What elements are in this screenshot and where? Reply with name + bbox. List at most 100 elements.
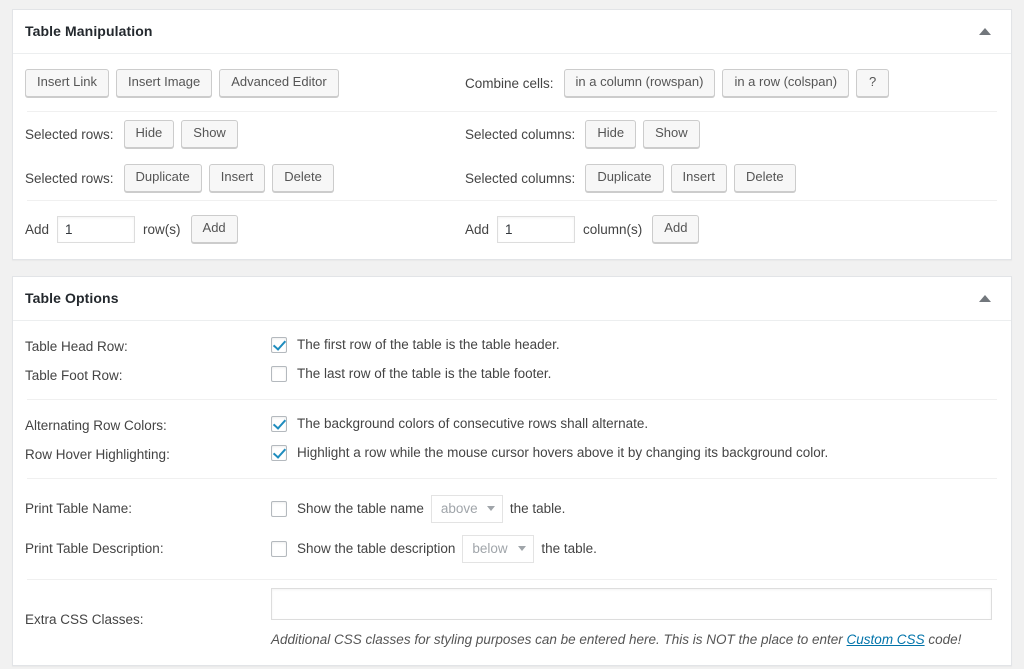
print-table-name-position-select[interactable]: above bbox=[431, 495, 503, 523]
row-hover-highlighting-label: Row Hover Highlighting: bbox=[25, 439, 271, 465]
table-foot-row-control: The last row of the table is the table f… bbox=[271, 360, 999, 384]
print-table-description-label: Print Table Description: bbox=[25, 539, 271, 559]
columns-show-button[interactable]: Show bbox=[643, 120, 700, 147]
table-head-row-control: The first row of the table is the table … bbox=[271, 331, 999, 355]
table-foot-row-checkbox[interactable] bbox=[271, 366, 287, 382]
row-hover-highlighting-control: Highlight a row while the mouse cursor h… bbox=[271, 439, 999, 463]
option-print-table-description: Print Table Description: Show the table … bbox=[13, 529, 1011, 569]
selected-rows-visibility-group: Selected rows: Hide Show bbox=[25, 115, 465, 153]
table-head-row-text: The first row of the table is the table … bbox=[297, 335, 560, 355]
rows-delete-button[interactable]: Delete bbox=[272, 164, 334, 191]
chevron-up-glyph bbox=[979, 28, 991, 35]
option-table-head-row: Table Head Row: The first row of the tab… bbox=[13, 331, 1011, 360]
row-actions: Selected rows: Duplicate Insert Delete S… bbox=[13, 156, 1011, 200]
table-head-row-checkbox[interactable] bbox=[271, 337, 287, 353]
spacer bbox=[13, 400, 1011, 410]
rows-insert-button[interactable]: Insert bbox=[209, 164, 266, 191]
add-columns-group: Add column(s) Add bbox=[465, 210, 999, 248]
combine-rowspan-button[interactable]: in a column (rowspan) bbox=[564, 69, 716, 96]
selected-rows-actions-label: Selected rows: bbox=[25, 171, 114, 186]
insert-buttons-group: Insert Link Insert Image Advanced Editor bbox=[25, 64, 465, 102]
row-visibility: Selected rows: Hide Show Selected column… bbox=[13, 112, 1011, 156]
add-columns-prefix-label: Add bbox=[465, 222, 489, 237]
insert-link-button[interactable]: Insert Link bbox=[25, 69, 109, 96]
combine-colspan-button[interactable]: in a row (colspan) bbox=[722, 69, 849, 96]
panel-header-table-options[interactable]: Table Options bbox=[13, 277, 1011, 321]
panel-header-table-manipulation[interactable]: Table Manipulation bbox=[13, 10, 1011, 54]
row-insert-combine: Insert Link Insert Image Advanced Editor… bbox=[13, 54, 1011, 111]
option-table-foot-row: Table Foot Row: The last row of the tabl… bbox=[13, 360, 1011, 389]
columns-insert-button[interactable]: Insert bbox=[671, 164, 728, 191]
panel-table-options: Table Options Table Head Row: The first … bbox=[12, 276, 1012, 666]
add-columns-button[interactable]: Add bbox=[652, 215, 699, 242]
alternating-row-colors-label: Alternating Row Colors: bbox=[25, 410, 271, 436]
alternating-row-colors-checkbox[interactable] bbox=[271, 416, 287, 432]
table-foot-row-label: Table Foot Row: bbox=[25, 360, 271, 386]
print-table-name-checkbox[interactable] bbox=[271, 501, 287, 517]
print-table-name-position-value: above bbox=[441, 501, 478, 516]
row-hover-highlighting-checkbox[interactable] bbox=[271, 445, 287, 461]
rows-duplicate-button[interactable]: Duplicate bbox=[124, 164, 202, 191]
chevron-up-glyph bbox=[979, 295, 991, 302]
selected-columns-actions-label: Selected columns: bbox=[465, 171, 575, 186]
option-alternating-row-colors: Alternating Row Colors: The background c… bbox=[13, 410, 1011, 439]
extra-css-description-part1: Additional CSS classes for styling purpo… bbox=[271, 632, 847, 647]
columns-hide-button[interactable]: Hide bbox=[585, 120, 636, 147]
print-table-description-checkbox[interactable] bbox=[271, 541, 287, 557]
chevron-up-icon[interactable] bbox=[967, 277, 1003, 320]
columns-delete-button[interactable]: Delete bbox=[734, 164, 796, 191]
panel-table-manipulation: Table Manipulation Insert Link Insert Im… bbox=[12, 9, 1012, 260]
combine-cells-label: Combine cells: bbox=[465, 76, 554, 91]
insert-image-button[interactable]: Insert Image bbox=[116, 69, 212, 96]
alternating-row-colors-text: The background colors of consecutive row… bbox=[297, 414, 648, 434]
spacer bbox=[13, 389, 1011, 399]
custom-css-link[interactable]: Custom CSS bbox=[847, 632, 925, 647]
print-table-name-text-before: Show the table name bbox=[297, 499, 424, 519]
advanced-editor-button[interactable]: Advanced Editor bbox=[219, 69, 338, 96]
print-table-name-control: Show the table name above the table. bbox=[271, 495, 999, 523]
add-columns-suffix-label: column(s) bbox=[583, 222, 642, 237]
extra-css-classes-input[interactable] bbox=[271, 588, 992, 620]
spacer bbox=[13, 479, 1011, 489]
add-rows-button[interactable]: Add bbox=[191, 215, 238, 242]
page-title: Table Manipulation bbox=[25, 22, 153, 42]
rows-show-button[interactable]: Show bbox=[181, 120, 238, 147]
chevron-up-icon[interactable] bbox=[967, 10, 1003, 53]
extra-css-classes-label: Extra CSS Classes: bbox=[25, 612, 271, 627]
columns-duplicate-button[interactable]: Duplicate bbox=[585, 164, 663, 191]
selected-rows-label: Selected rows: bbox=[25, 127, 114, 142]
add-rows-prefix-label: Add bbox=[25, 222, 49, 237]
row-hover-highlighting-text: Highlight a row while the mouse cursor h… bbox=[297, 443, 828, 463]
combine-help-button[interactable]: ? bbox=[856, 69, 889, 96]
table-head-row-label: Table Head Row: bbox=[25, 331, 271, 357]
selected-columns-label: Selected columns: bbox=[465, 127, 575, 142]
spacer bbox=[13, 468, 1011, 478]
admin-page: Table Manipulation Insert Link Insert Im… bbox=[0, 0, 1024, 669]
spacer bbox=[13, 569, 1011, 579]
alternating-row-colors-control: The background colors of consecutive row… bbox=[271, 410, 999, 434]
combine-cells-group: Combine cells: in a column (rowspan) in … bbox=[465, 64, 999, 102]
print-table-description-text-before: Show the table description bbox=[297, 539, 455, 559]
add-rows-group: Add row(s) Add bbox=[25, 210, 465, 248]
add-rows-input[interactable] bbox=[57, 216, 135, 243]
chevron-down-icon bbox=[518, 546, 526, 551]
print-table-description-position-select[interactable]: below bbox=[462, 535, 534, 563]
option-print-table-name: Print Table Name: Show the table name ab… bbox=[13, 489, 1011, 529]
print-table-description-text-after: the table. bbox=[541, 539, 597, 559]
row-add: Add row(s) Add Add column(s) Add bbox=[13, 201, 1011, 259]
table-foot-row-text: The last row of the table is the table f… bbox=[297, 364, 551, 384]
panel-body-table-options: Table Head Row: The first row of the tab… bbox=[13, 321, 1011, 665]
rows-hide-button[interactable]: Hide bbox=[124, 120, 175, 147]
selected-rows-actions-group: Selected rows: Duplicate Insert Delete bbox=[25, 159, 465, 197]
extra-css-classes-right: Additional CSS classes for styling purpo… bbox=[271, 588, 999, 651]
extra-css-description-part2: code! bbox=[925, 632, 962, 647]
option-row-hover-highlighting: Row Hover Highlighting: Highlight a row … bbox=[13, 439, 1011, 468]
option-extra-css-classes: Extra CSS Classes: Additional CSS classe… bbox=[13, 580, 1011, 665]
print-table-name-label: Print Table Name: bbox=[25, 499, 271, 519]
panel-title-table-options: Table Options bbox=[25, 289, 119, 309]
selected-columns-actions-group: Selected columns: Duplicate Insert Delet… bbox=[465, 159, 999, 197]
add-columns-input[interactable] bbox=[497, 216, 575, 243]
panel-body-table-manipulation: Insert Link Insert Image Advanced Editor… bbox=[13, 54, 1011, 259]
add-rows-suffix-label: row(s) bbox=[143, 222, 181, 237]
spacer bbox=[13, 321, 1011, 331]
